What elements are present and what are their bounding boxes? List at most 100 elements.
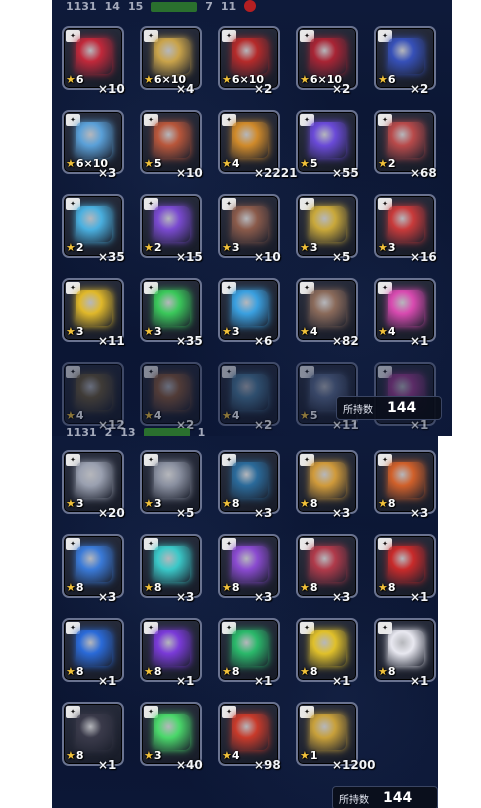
rarity-value: 2 <box>75 241 84 254</box>
item-icon <box>76 714 112 750</box>
item-slot[interactable]: ✦ ★8 <box>218 450 280 514</box>
item-slot[interactable]: ✦ ★8 <box>296 450 358 514</box>
item-slot[interactable]: ✦ ★3 <box>218 278 280 342</box>
item-slot[interactable]: ✦ ★5 <box>140 110 202 174</box>
item-count: ×10 <box>254 250 281 264</box>
item-icon <box>388 38 424 74</box>
item-slot[interactable]: ✦ ★8 <box>218 534 280 598</box>
item-count: ×4 <box>176 82 195 96</box>
item-icon <box>76 374 112 410</box>
item-icon <box>76 546 112 582</box>
item-slot[interactable]: ✦ ★6×10 <box>140 26 202 90</box>
item-slot[interactable]: ✦ ★6×10 <box>62 110 124 174</box>
item-slot[interactable]: ✦ ★3 <box>140 702 202 766</box>
item-slot[interactable]: ✦ ★4 <box>140 362 202 426</box>
rarity-value: 4 <box>231 749 240 762</box>
rarity-value: 1 <box>309 749 318 762</box>
item-count: ×2221 <box>254 166 298 180</box>
star-icon: ★ <box>300 581 310 594</box>
item-count: ×10 <box>176 166 203 180</box>
item-icon <box>388 546 424 582</box>
star-icon: ★ <box>66 749 76 762</box>
item-slot[interactable]: ✦ ★3 <box>140 278 202 342</box>
star-icon: ★ <box>66 581 76 594</box>
item-slot[interactable]: ✦ ★2 <box>140 194 202 258</box>
item-count: ×1 <box>176 674 195 688</box>
item-slot[interactable]: ✦ ★3 <box>62 278 124 342</box>
rarity-value: 4 <box>153 409 162 422</box>
item-icon <box>154 462 190 498</box>
holding-count-bar: 所持数 144 <box>332 786 438 808</box>
item-slot[interactable]: ✦ ★8 <box>62 534 124 598</box>
rarity-label: ★1 <box>300 749 318 762</box>
item-slot[interactable]: ✦ ★3 <box>296 194 358 258</box>
item-icon <box>310 206 346 242</box>
item-slot[interactable]: ✦ ★4 <box>218 362 280 426</box>
item-count: ×1 <box>254 674 273 688</box>
item-slot[interactable]: ✦ ★6 <box>374 26 436 90</box>
star-icon: ★ <box>144 749 154 762</box>
item-slot[interactable]: ✦ ★8 <box>374 450 436 514</box>
item-slot[interactable]: ✦ ★4 <box>62 362 124 426</box>
rarity-value: 8 <box>153 665 162 678</box>
item-slot[interactable]: ✦ ★3 <box>62 450 124 514</box>
rarity-value: 3 <box>153 497 162 510</box>
rarity-label: ★8 <box>66 581 84 594</box>
item-slot[interactable]: ✦ ★4 <box>296 278 358 342</box>
strip-count: 1131 <box>66 426 97 436</box>
item-slot[interactable]: ✦ ★8 <box>374 618 436 682</box>
item-slot[interactable]: ✦ ★2 <box>62 194 124 258</box>
rarity-value: 8 <box>231 581 240 594</box>
item-slot[interactable]: ✦ ★8 <box>62 618 124 682</box>
holding-label: 所持数 <box>339 794 369 806</box>
item-slot[interactable]: ✦ ★4 <box>374 278 436 342</box>
item-slot[interactable]: ✦ ★1 <box>296 702 358 766</box>
rarity-value: 8 <box>231 497 240 510</box>
item-count: ×2 <box>254 82 273 96</box>
rarity-label: ★8 <box>222 497 240 510</box>
item-icon <box>310 38 346 74</box>
item-slot[interactable]: ✦ ★8 <box>62 702 124 766</box>
item-slot[interactable]: ✦ ★3 <box>218 194 280 258</box>
item-icon <box>388 630 424 666</box>
item-slot[interactable]: ✦ ★6×10 <box>296 26 358 90</box>
item-slot[interactable]: ✦ ★3 <box>140 450 202 514</box>
rarity-value: 8 <box>75 749 84 762</box>
item-slot[interactable]: ✦ ★8 <box>218 618 280 682</box>
item-count: ×35 <box>98 250 125 264</box>
item-count: ×3 <box>410 506 429 520</box>
item-slot[interactable]: ✦ ★6×10 <box>218 26 280 90</box>
item-count: ×1 <box>410 674 429 688</box>
item-icon <box>154 714 190 750</box>
item-icon <box>232 38 268 74</box>
item-slot[interactable]: ✦ ★8 <box>374 534 436 598</box>
item-slot[interactable]: ✦ ★8 <box>296 534 358 598</box>
item-slot[interactable]: ✦ ★4 <box>218 702 280 766</box>
item-slot[interactable]: ✦ ★3 <box>374 194 436 258</box>
item-count: ×35 <box>176 334 203 348</box>
star-icon: ★ <box>222 409 232 422</box>
strip-count: 13 <box>120 426 136 436</box>
rarity-label: ★3 <box>144 749 162 762</box>
strip-count: 2 <box>104 426 113 436</box>
item-slot[interactable]: ✦ ★6 <box>62 26 124 90</box>
item-count: ×20 <box>98 506 125 520</box>
item-icon <box>310 122 346 158</box>
item-slot[interactable]: ✦ ★8 <box>140 534 202 598</box>
item-slot[interactable]: ✦ ★4 <box>218 110 280 174</box>
star-icon: ★ <box>144 325 154 338</box>
item-slot[interactable]: ✦ ★2 <box>374 110 436 174</box>
rarity-label: ★8 <box>144 665 162 678</box>
star-icon: ★ <box>144 241 154 254</box>
item-slot[interactable]: ✦ ★8 <box>296 618 358 682</box>
rarity-label: ★3 <box>300 241 318 254</box>
strip-count: 1 <box>197 426 206 436</box>
star-icon: ★ <box>66 157 76 170</box>
top-count-strip: 1131 14 15 7 11 <box>52 0 452 14</box>
rarity-value: 4 <box>309 325 318 338</box>
item-icon <box>310 290 346 326</box>
item-slot[interactable]: ✦ ★5 <box>296 110 358 174</box>
rarity-label: ★8 <box>66 665 84 678</box>
item-slot[interactable]: ✦ ★8 <box>140 618 202 682</box>
rarity-label: ★3 <box>144 325 162 338</box>
